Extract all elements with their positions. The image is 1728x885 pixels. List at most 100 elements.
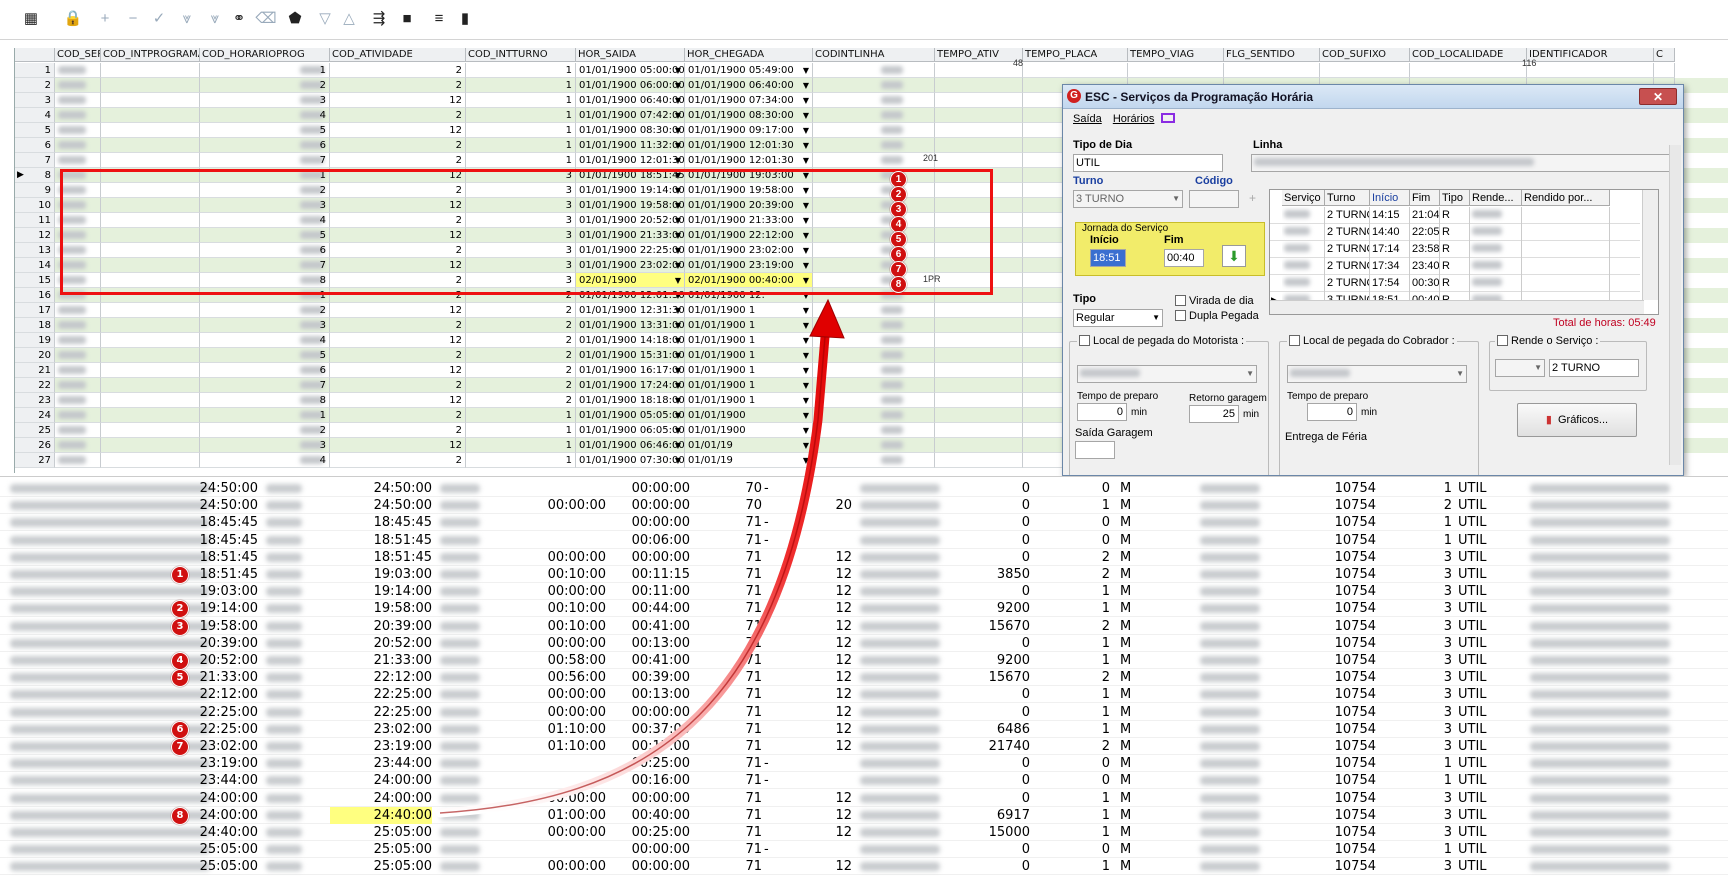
sheet-cell-m[interactable]: UTIL — [1458, 807, 1487, 824]
cell-cod-horarioprog[interactable]: 6 — [200, 363, 330, 378]
cell-hor-chegada[interactable]: 01/01/1900 06:40:00 ▼ — [685, 78, 813, 93]
sheet-cell-d[interactable]: 00:13:00 — [612, 635, 690, 652]
cell-hor-saida[interactable]: 01/01/1900 07:30:00 ▼ — [576, 453, 685, 468]
cell-cod-intprograma[interactable] — [101, 378, 200, 393]
cell-cod-intturno[interactable]: 2 — [466, 333, 576, 348]
sheet-cell-k[interactable]: 10754 — [1300, 583, 1376, 600]
cell-cod-atividade[interactable]: 2 — [330, 408, 466, 423]
sheet-cell-h[interactable]: 0 — [960, 755, 1030, 772]
chevron-down-icon[interactable]: ▼ — [675, 408, 681, 422]
cell-cod-intprograma[interactable] — [101, 78, 200, 93]
sheet-cell-m[interactable]: UTIL — [1458, 652, 1487, 669]
cell-hor-saida[interactable]: 01/01/1900 18:51:45 ▼ — [576, 168, 685, 183]
checkbox[interactable] — [1079, 335, 1090, 346]
lock-icon[interactable]: 🔒 — [62, 8, 84, 30]
sheet-cell-g[interactable]: 12 — [800, 669, 852, 686]
cell-codintlinha[interactable] — [813, 63, 935, 78]
cell-hor-chegada[interactable]: 01/01/1900 12: ▼ — [685, 288, 813, 303]
cell-cod-intturno[interactable]: 2 — [466, 378, 576, 393]
cell-hor-chegada[interactable]: 01/01/1900 ▼ — [685, 423, 813, 438]
chevron-down-icon[interactable]: ▼ — [675, 138, 681, 152]
sheet-cell-b[interactable]: 21:33:00 — [330, 652, 432, 669]
cell-cod-intprograma[interactable] — [101, 183, 200, 198]
sheet-cell-b[interactable]: 25:05:00 — [330, 858, 432, 875]
cell[interactable] — [935, 258, 1023, 273]
sheet-cell-m[interactable]: UTIL — [1458, 858, 1487, 875]
sheet-cell-d[interactable]: 00:25:00 — [612, 755, 690, 772]
cell-cod-atividade[interactable]: 12 — [330, 168, 466, 183]
cell[interactable] — [935, 453, 1023, 468]
sheet-cell-e[interactable]: 70 — [700, 480, 762, 497]
chevron-down-icon[interactable]: ▼ — [803, 243, 809, 257]
saida-garagem-field[interactable] — [1075, 441, 1115, 459]
cell[interactable] — [935, 408, 1023, 423]
cell-cod-horarioprog[interactable]: 4 — [200, 333, 330, 348]
sheet-cell-k[interactable]: 10754 — [1300, 755, 1376, 772]
cell[interactable] — [935, 168, 1023, 183]
chevron-down-icon[interactable]: ▼ — [803, 303, 809, 317]
cell-cod-intprograma[interactable] — [101, 273, 200, 288]
sheet-cell-d[interactable]: 00:44:00 — [612, 600, 690, 617]
cell-cod-servico[interactable] — [55, 168, 101, 183]
cell-cod-atividade[interactable]: 2 — [330, 108, 466, 123]
cell-cod-intprograma[interactable] — [101, 63, 200, 78]
cell-cod-horarioprog[interactable]: 1 — [200, 288, 330, 303]
sheet-cell-e[interactable]: 71 — [700, 755, 762, 772]
chevron-down-icon[interactable]: ▼ — [675, 318, 681, 332]
sheet-cell-k[interactable]: 10754 — [1300, 824, 1376, 841]
cell-hor-saida[interactable]: 01/01/1900 17:24:00 ▼ — [576, 378, 685, 393]
dialog-scrollbar[interactable] — [1669, 145, 1681, 465]
sheet-row[interactable]: 25:05:00 25:05:00 00:00:00 00:00:00 71 12 0 1 M 1… — [0, 858, 1728, 876]
sheet-cell-l[interactable]: 3 — [1380, 721, 1452, 738]
sheet-cell-k[interactable]: 10754 — [1300, 704, 1376, 721]
cell-cod-servico[interactable] — [55, 138, 101, 153]
sheet-cell-e[interactable]: 71 — [700, 721, 762, 738]
chevron-down-icon[interactable]: ▼ — [803, 453, 809, 467]
sheet-cell-e[interactable]: 70 — [700, 497, 762, 514]
chevron-down-icon[interactable]: ▼ — [675, 183, 681, 197]
sheet-row[interactable]: 19:03:00 19:14:00 00:00:00 00:11:00 71 12 0 1 M 1… — [0, 583, 1728, 601]
sheet-cell-m[interactable]: UTIL — [1458, 566, 1487, 583]
cell-cod-intturno[interactable]: 3 — [466, 168, 576, 183]
sheet-cell-b[interactable]: 23:02:00 — [330, 721, 432, 738]
sheet-cell-a[interactable]: 19:14:00 — [180, 600, 258, 617]
sheet-cell-i[interactable]: 1 — [1040, 497, 1110, 514]
sheet-cell-k[interactable]: 10754 — [1300, 566, 1376, 583]
cell-cod-intprograma[interactable] — [101, 198, 200, 213]
sheet-cell-h[interactable]: 0 — [960, 790, 1030, 807]
checkbox[interactable] — [1289, 335, 1300, 346]
cell-cod-atividade[interactable]: 2 — [330, 78, 466, 93]
sheet-cell-k[interactable]: 10754 — [1300, 514, 1376, 531]
cell-cod-atividade[interactable]: 2 — [330, 273, 466, 288]
sheet-cell-h[interactable]: 0 — [960, 480, 1030, 497]
column-header[interactable]: COD_ATIVIDADE — [330, 48, 466, 62]
monitor-icon[interactable] — [1161, 113, 1176, 123]
chevron-down-icon[interactable]: ▼ — [675, 438, 681, 452]
cell-hor-chegada[interactable]: 01/01/1900 1 ▼ — [685, 348, 813, 363]
sheet-cell-k[interactable]: 10754 — [1300, 549, 1376, 566]
chevron-down-icon[interactable]: ▼ — [803, 123, 809, 137]
mini-column-header[interactable]: Rende... — [1470, 190, 1522, 206]
cell[interactable] — [935, 153, 1023, 168]
cell-codintlinha[interactable] — [813, 153, 935, 168]
sheet-cell-f[interactable]: - — [764, 532, 769, 549]
cell-hor-saida[interactable]: 02/01/1900 ▼ — [576, 273, 685, 288]
cell-hor-chegada[interactable]: 01/01/1900 12:01:30 ▼ — [685, 138, 813, 153]
chevron-down-icon[interactable]: ▼ — [803, 378, 809, 392]
cell[interactable] — [935, 333, 1023, 348]
cell-cod-atividade[interactable]: 12 — [330, 333, 466, 348]
sheet-cell-i[interactable]: 1 — [1040, 652, 1110, 669]
cell-cod-atividade[interactable]: 12 — [330, 303, 466, 318]
cell-hor-saida[interactable]: 01/01/1900 06:00:00 ▼ — [576, 78, 685, 93]
sheet-cell-c[interactable]: 00:00:00 — [528, 824, 606, 841]
sheet-cell-h[interactable]: 0 — [960, 841, 1030, 858]
mini-row[interactable]: 2 TURNO17:1423:58R — [1270, 241, 1640, 258]
cell-hor-saida[interactable]: 01/01/1900 12:01:30 ▼ — [576, 288, 685, 303]
sheet-row[interactable]: 23:02:00 23:19:00 01:10:00 00:17:00 71 12 2174… — [0, 738, 1728, 755]
cell-hor-chegada[interactable]: 01/01/1900 ▼ — [685, 408, 813, 423]
inicio-field[interactable]: 18:51 — [1090, 249, 1126, 267]
cell-hor-saida[interactable]: 01/01/1900 19:14:00 ▼ — [576, 183, 685, 198]
sheet-cell-i[interactable]: 1 — [1040, 583, 1110, 600]
sheet-cell-m[interactable]: UTIL — [1458, 600, 1487, 617]
cell-cod-horarioprog[interactable]: 1 — [200, 168, 330, 183]
